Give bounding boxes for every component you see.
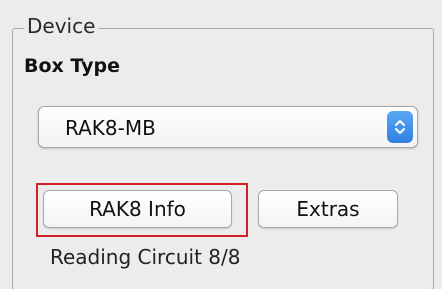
box-type-selected-value: RAK8-MB	[65, 116, 156, 140]
group-title: Device	[24, 14, 99, 38]
rak8-info-button[interactable]: RAK8 Info	[43, 190, 232, 228]
status-text: Reading Circuit 8/8	[50, 245, 241, 269]
box-type-select[interactable]: RAK8-MB	[38, 106, 418, 148]
device-panel-window: Device Box Type RAK8-MB RAK8 Info Extras…	[0, 0, 442, 289]
box-type-label: Box Type	[24, 55, 120, 77]
up-down-chevron-icon[interactable]	[387, 111, 413, 143]
extras-button[interactable]: Extras	[258, 190, 398, 228]
